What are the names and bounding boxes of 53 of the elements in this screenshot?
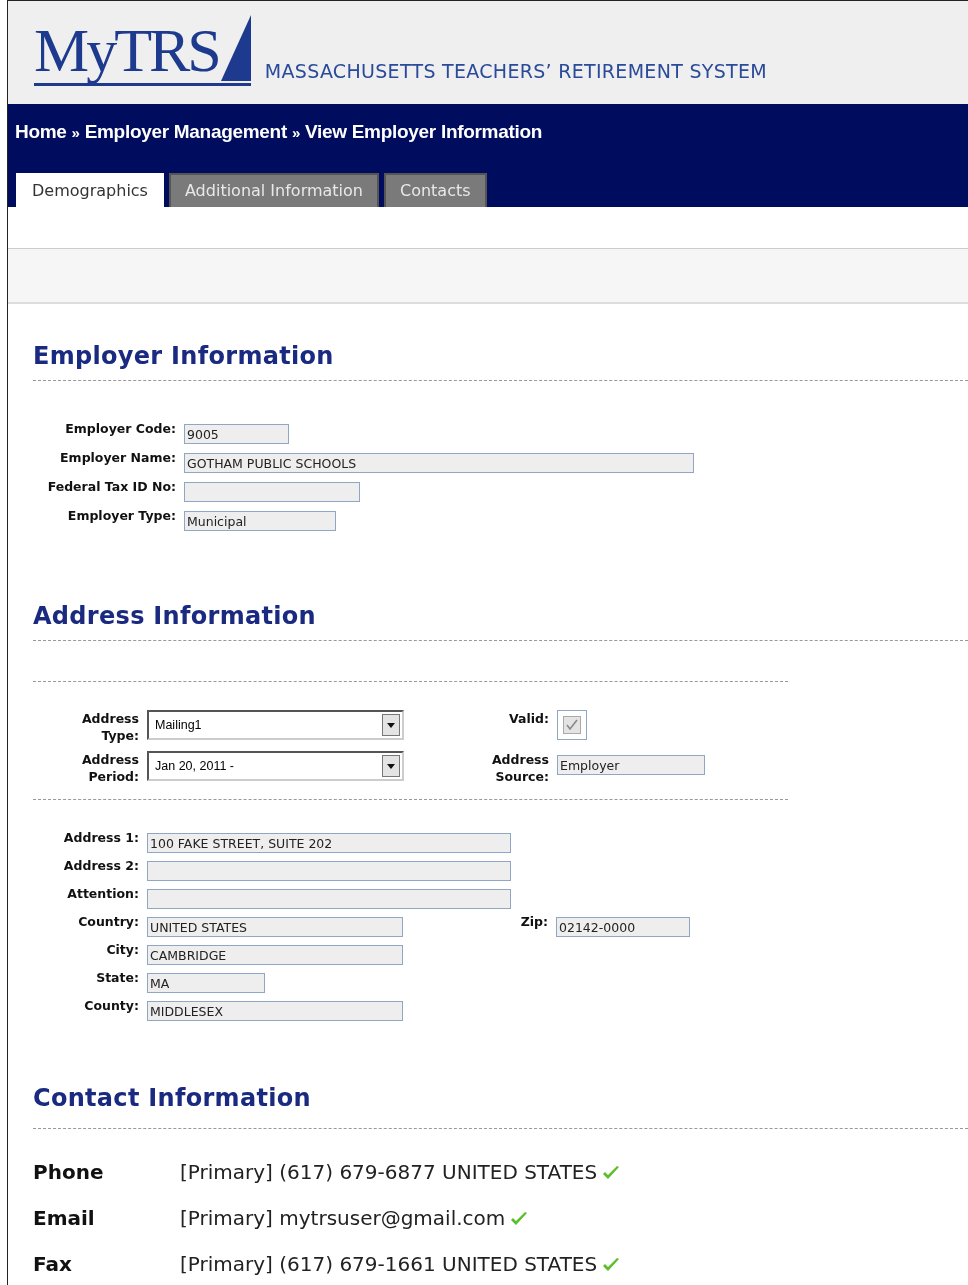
section-title: Contact Information bbox=[33, 1084, 312, 1112]
tab[interactable]: Contacts bbox=[384, 173, 487, 207]
input-field[interactable]: 100 FAKE STREET, SUITE 202 bbox=[147, 833, 511, 853]
input-field[interactable]: Employer bbox=[557, 755, 705, 775]
field-label: Country: bbox=[77, 914, 139, 929]
input-field[interactable]: 02142-0000 bbox=[556, 917, 690, 937]
contact-value: [Primary] mytrsuser@gmail.com bbox=[180, 1206, 506, 1230]
dropdown[interactable]: Jan 20, 2011 - bbox=[147, 751, 404, 781]
caret-icon bbox=[382, 714, 400, 736]
input-field[interactable]: Municipal bbox=[184, 511, 336, 531]
check-icon bbox=[563, 716, 581, 734]
breadcrumb-separator: » bbox=[291, 124, 300, 141]
input-field[interactable] bbox=[184, 482, 360, 502]
field-label: Employer Name: bbox=[59, 450, 176, 465]
dropdown[interactable]: Mailing1 bbox=[147, 710, 404, 740]
contact-value: [Primary] (617) 679-6877 UNITED STATES bbox=[180, 1160, 598, 1184]
site-title: MASSACHUSETTS TEACHERS’ RETIREMENT SYSTEM bbox=[264, 60, 767, 82]
field-label: Address 1: bbox=[62, 830, 139, 845]
field-label: Address Type: bbox=[80, 710, 139, 744]
input-field[interactable]: CAMBRIDGE bbox=[147, 945, 403, 965]
field-label: Federal Tax ID No: bbox=[46, 479, 176, 494]
breadcrumb-link[interactable]: Employer Management bbox=[84, 121, 287, 142]
field-label: Address Period: bbox=[80, 751, 139, 785]
input-field[interactable]: GOTHAM PUBLIC SCHOOLS bbox=[184, 453, 694, 473]
field-label: Address Source: bbox=[490, 751, 549, 785]
input-field[interactable] bbox=[147, 889, 511, 909]
field-label: Attention: bbox=[66, 886, 139, 901]
caret-icon bbox=[382, 755, 400, 777]
section-title: Address Information bbox=[33, 602, 317, 630]
field-label: Zip: bbox=[519, 914, 548, 929]
breadcrumb-separator: » bbox=[71, 124, 80, 141]
tab[interactable]: Additional Information bbox=[168, 173, 379, 207]
logo-text: MyTRS bbox=[34, 17, 220, 83]
tab[interactable]: Demographics bbox=[16, 173, 164, 207]
field-label: State: bbox=[95, 970, 139, 985]
field-label: Employer Type: bbox=[66, 508, 176, 523]
contact-value: [Primary] (617) 679-1661 UNITED STATES bbox=[180, 1252, 598, 1276]
field-label: Valid: bbox=[508, 710, 549, 727]
field-label: City: bbox=[105, 942, 139, 957]
contact-label: Email bbox=[33, 1206, 96, 1230]
breadcrumb-link[interactable]: View Employer Information bbox=[305, 121, 543, 142]
section-title: Employer Information bbox=[33, 342, 335, 370]
input-field[interactable]: MA bbox=[147, 973, 265, 993]
input-field[interactable]: 9005 bbox=[184, 424, 289, 444]
field-label: County: bbox=[83, 998, 139, 1013]
field-label: Address 2: bbox=[62, 858, 139, 873]
input-field[interactable]: MIDDLESEX bbox=[147, 1001, 403, 1021]
breadcrumb-link[interactable]: Home bbox=[15, 121, 67, 142]
input-field[interactable] bbox=[147, 861, 511, 881]
contact-label: Phone bbox=[33, 1160, 105, 1184]
input-field[interactable]: UNITED STATES bbox=[147, 917, 403, 937]
field-label: Employer Code: bbox=[64, 421, 176, 436]
contact-label: Fax bbox=[33, 1252, 73, 1276]
